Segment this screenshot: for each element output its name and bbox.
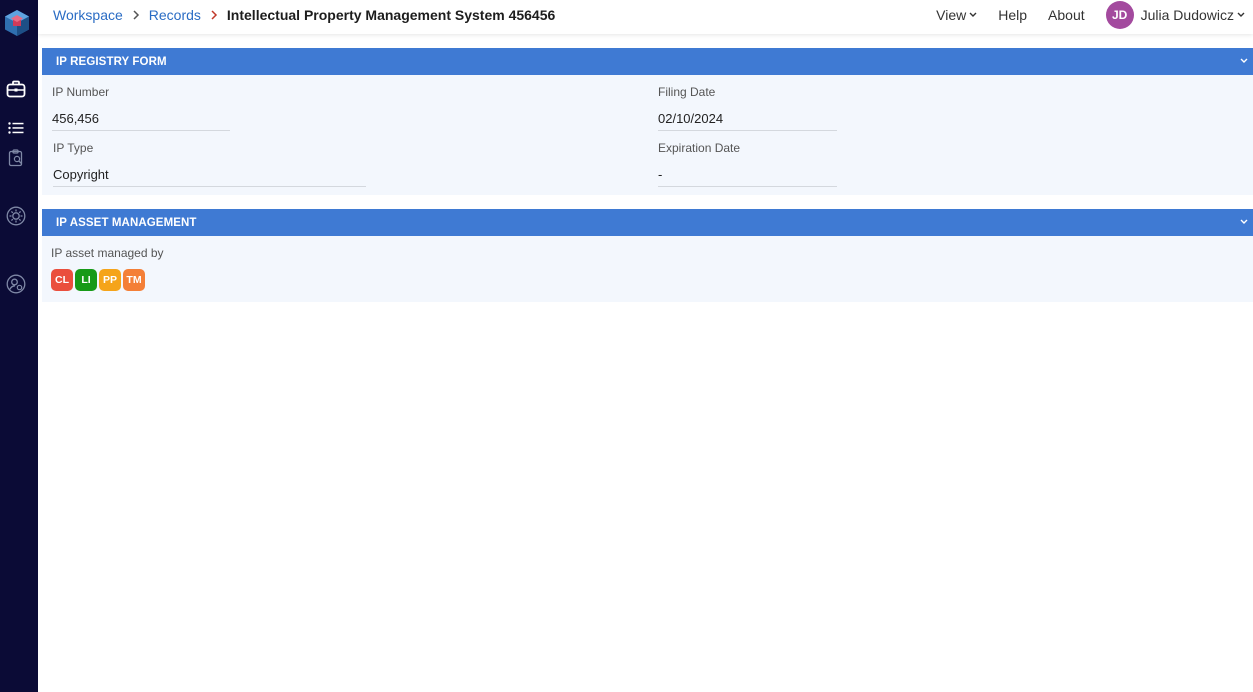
filing-date-underline: [658, 130, 837, 131]
breadcrumb-records[interactable]: Records: [149, 7, 201, 23]
briefcase-icon[interactable]: [5, 78, 27, 100]
ip-asset-management-panel: IP ASSET MANAGEMENT IP asset managed by …: [42, 209, 1253, 302]
filing-date-field: Filing Date: [658, 85, 715, 99]
ip-type-label: IP Type: [53, 141, 94, 155]
manager-badge-tm[interactable]: TM: [123, 269, 145, 291]
ip-registry-title: IP REGISTRY FORM: [56, 55, 167, 68]
expiration-date-field: Expiration Date: [658, 141, 740, 155]
list-icon[interactable]: [5, 117, 27, 139]
manager-badge-cl[interactable]: CL: [51, 269, 73, 291]
expiration-date-label: Expiration Date: [658, 141, 741, 155]
breadcrumb: Workspace Records Intellectual Property …: [53, 0, 555, 30]
ip-type-value: Copyright: [53, 167, 109, 182]
managed-by-field: IP asset managed by: [51, 246, 164, 260]
view-menu-label: View: [936, 7, 967, 23]
sidebar: [0, 0, 38, 692]
ip-number-underline: [52, 130, 230, 131]
ip-registry-header: IP REGISTRY FORM: [42, 48, 1253, 75]
ip-asset-management-header: IP ASSET MANAGEMENT: [42, 209, 1253, 236]
breadcrumb-workspace[interactable]: Workspace: [53, 7, 123, 23]
expiration-date-value: -: [658, 167, 663, 182]
user-menu[interactable]: JD Julia Dudowicz: [1105, 1, 1245, 29]
ip-number-field: IP Number: [52, 85, 109, 99]
ip-type-underline: [53, 186, 366, 187]
clipboard-search-icon[interactable]: [5, 147, 27, 169]
filing-date-label: Filing Date: [658, 85, 716, 99]
chevron-down-icon: [969, 12, 977, 18]
ip-number-value: 456,456: [52, 111, 99, 126]
top-bar: Workspace Records Intellectual Property …: [38, 0, 1253, 34]
manager-badge-li[interactable]: LI: [75, 269, 97, 291]
help-link[interactable]: Help: [998, 7, 1027, 23]
manager-badges: CL LI PP TM: [51, 269, 147, 291]
user-name: Julia Dudowicz: [1140, 7, 1234, 23]
chevron-down-icon: [1237, 12, 1245, 18]
managed-by-label: IP asset managed by: [51, 246, 164, 260]
gear-icon[interactable]: [5, 205, 27, 227]
app-logo-icon[interactable]: [4, 9, 30, 37]
page-title: Intellectual Property Management System …: [226, 7, 556, 23]
collapse-chevron-icon[interactable]: [1239, 217, 1249, 227]
chevron-right-icon: [210, 9, 218, 21]
about-link[interactable]: About: [1048, 7, 1085, 23]
user-gear-icon[interactable]: [5, 273, 27, 295]
manager-badge-pp[interactable]: PP: [99, 269, 121, 291]
ip-type-field: IP Type: [53, 141, 93, 155]
filing-date-value: 02/10/2024: [658, 111, 724, 126]
top-nav: View Help About JD Julia Dudowicz: [936, 0, 1253, 30]
view-menu[interactable]: View: [936, 7, 977, 23]
ip-registry-panel: IP REGISTRY FORM IP Number 456,456 Filin…: [42, 48, 1253, 195]
expiration-date-underline: [658, 186, 837, 187]
avatar: JD: [1105, 1, 1134, 29]
collapse-chevron-icon[interactable]: [1239, 56, 1249, 66]
ip-number-label: IP Number: [52, 85, 110, 99]
ip-asset-management-title: IP ASSET MANAGEMENT: [56, 216, 197, 229]
chevron-right-icon: [132, 9, 140, 21]
